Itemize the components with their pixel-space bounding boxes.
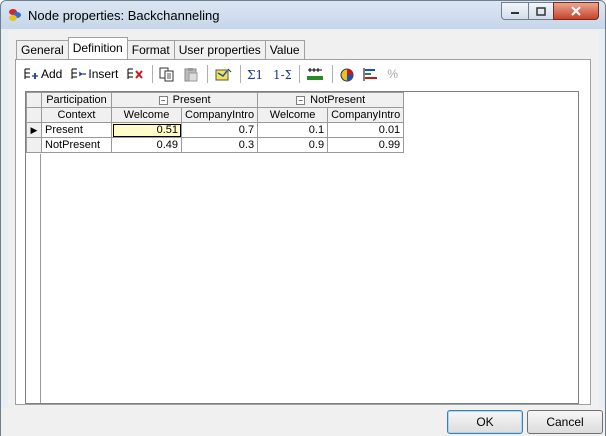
tab-user-properties[interactable]: User properties [173, 40, 266, 59]
close-button[interactable] [553, 2, 599, 20]
header-row-child: Context Welcome CompanyIntro Welcome Com… [26, 107, 405, 123]
parent-node-label: Participation [41, 92, 112, 108]
tab-format[interactable]: Format [126, 40, 175, 59]
tab-general[interactable]: General [16, 40, 69, 59]
svg-text:1-Σ: 1-Σ [273, 68, 291, 81]
current-row-indicator[interactable]: ▶ [26, 122, 42, 138]
toolbar-separator [299, 65, 301, 83]
corner-cell [26, 107, 42, 123]
table-cell[interactable]: 0.99 [327, 137, 405, 153]
column-group-present[interactable]: − Present [110, 92, 259, 108]
dialog-footer: OK Cancel [1, 408, 605, 436]
group-label: NotPresent [310, 94, 366, 106]
sum-to-one-icon: Σ1 [247, 68, 263, 81]
toolbar-separator [240, 65, 242, 83]
table-cell[interactable]: 0.51 [111, 122, 182, 138]
node-label: Context [41, 107, 112, 123]
ok-button[interactable]: OK [447, 410, 523, 434]
column-group-notpresent[interactable]: − NotPresent [257, 92, 405, 108]
bar-chart-icon [363, 67, 378, 81]
table-row: NotPresent 0.49 0.3 0.9 0.99 [26, 137, 405, 153]
copy-button[interactable] [156, 63, 178, 85]
table-cell[interactable]: 0.01 [327, 122, 405, 138]
bar-chart-button[interactable] [360, 63, 382, 85]
row-indicator[interactable] [26, 137, 42, 153]
percent-label: % [387, 67, 399, 81]
minimize-icon [511, 12, 519, 14]
random-button[interactable] [303, 63, 327, 85]
definition-panel: Add Insert Σ1 1-Σ % Participation − Pres… [15, 59, 591, 405]
title-bar[interactable]: Node properties: Backchanneling [1, 1, 605, 29]
close-icon [571, 6, 581, 16]
paste-button[interactable] [180, 63, 202, 85]
row-indicator-column [26, 154, 41, 403]
table-cell[interactable]: 0.7 [180, 122, 259, 138]
tab-definition[interactable]: Definition [67, 37, 128, 59]
maximize-icon [536, 6, 546, 16]
toolbar: Add Insert Σ1 1-Σ % [20, 62, 403, 86]
insert-state-icon [71, 68, 87, 79]
tab-value[interactable]: Value [264, 40, 305, 59]
complement-button[interactable]: 1-Σ [270, 63, 294, 85]
delete-state-icon [127, 68, 144, 79]
normalize-button[interactable]: Σ1 [244, 63, 268, 85]
toolbar-separator [332, 65, 334, 83]
app-icon [9, 9, 21, 21]
percent-button[interactable]: % [384, 63, 401, 85]
collapse-icon[interactable]: − [158, 95, 168, 105]
dialog-window: Node properties: Backchanneling General … [0, 0, 606, 436]
row-header[interactable]: Present [41, 122, 112, 138]
minimize-button[interactable] [501, 2, 529, 20]
dialog-client: General Definition Format User propertie… [8, 30, 599, 408]
window-title: Node properties: Backchanneling [28, 8, 220, 23]
add-label: Add [41, 67, 63, 81]
column-header[interactable]: Welcome [257, 107, 329, 123]
tab-strip: General Definition Format User propertie… [16, 37, 305, 59]
row-header[interactable]: NotPresent [41, 137, 112, 153]
probability-grid: Participation − Present − NotPresent Con… [25, 91, 579, 404]
delete-button[interactable] [123, 63, 147, 85]
one-minus-sum-icon: 1-Σ [273, 68, 291, 81]
cpt-table: Participation − Present − NotPresent Con… [26, 92, 405, 153]
pie-chart-icon [340, 68, 354, 81]
collapse-icon[interactable]: − [296, 95, 306, 105]
table-cell[interactable]: 0.49 [111, 137, 182, 153]
table-cell[interactable]: 0.1 [257, 122, 329, 138]
column-header[interactable]: Welcome [111, 107, 182, 123]
table-cell[interactable]: 0.3 [180, 137, 259, 153]
maximize-button[interactable] [528, 2, 554, 20]
insert-button[interactable]: Insert [67, 63, 121, 85]
pie-chart-button[interactable] [336, 63, 358, 85]
group-label: Present [172, 94, 211, 106]
toolbar-separator [152, 65, 154, 83]
svg-text:Σ1: Σ1 [247, 68, 263, 81]
cancel-button[interactable]: Cancel [527, 410, 603, 434]
insert-label: Insert [88, 67, 119, 81]
column-header[interactable]: CompanyIntro [327, 107, 405, 123]
randomize-icon [307, 68, 324, 80]
table-row: ▶ Present 0.51 0.7 0.1 0.01 [26, 122, 405, 138]
copy-icon [159, 67, 174, 81]
column-header[interactable]: CompanyIntro [180, 107, 259, 123]
toolbar-separator [207, 65, 209, 83]
corner-cell [26, 92, 42, 108]
header-row-parent: Participation − Present − NotPresent [26, 92, 405, 108]
add-button[interactable]: Add [20, 63, 65, 85]
fill-icon [215, 68, 232, 80]
table-cell[interactable]: 0.9 [257, 137, 329, 153]
add-state-icon [24, 68, 38, 79]
fill-button[interactable] [211, 63, 235, 85]
paste-icon [184, 67, 198, 81]
